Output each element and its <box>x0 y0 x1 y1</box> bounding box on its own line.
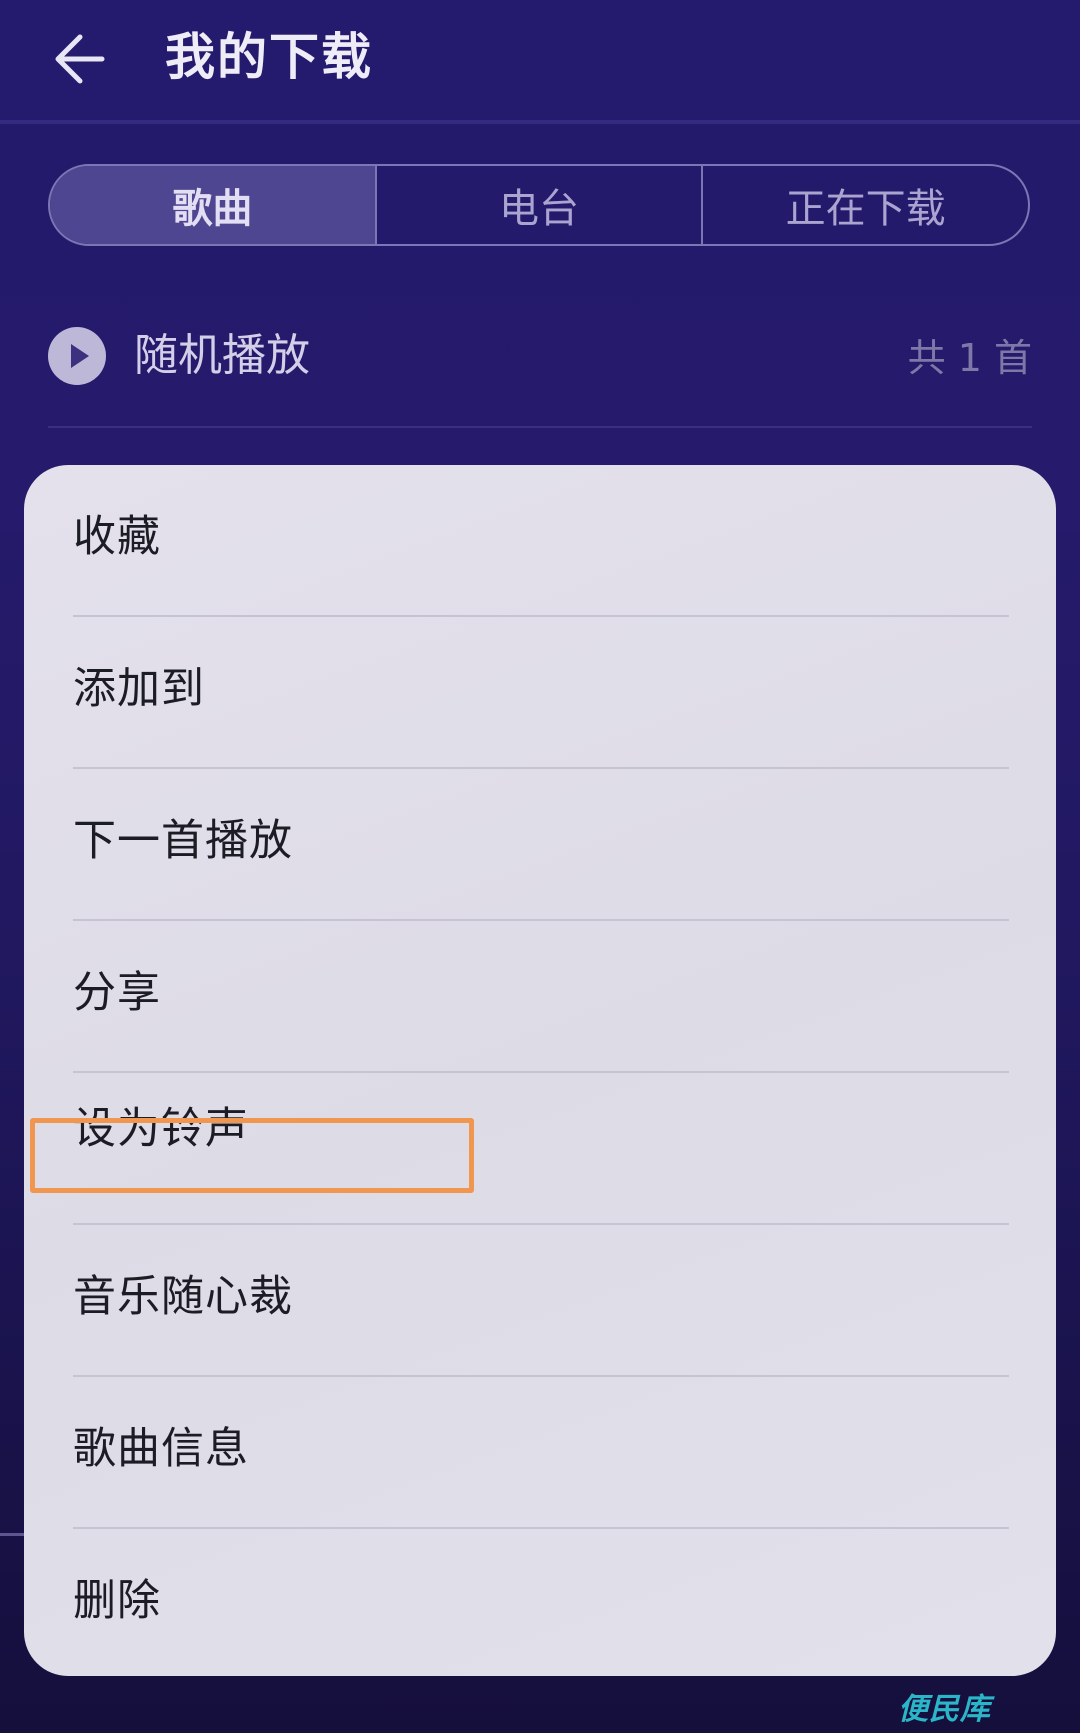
menu-item-add-to[interactable]: 添加到 <box>24 617 1056 769</box>
menu-item-label: 歌曲信息 <box>73 1424 249 1474</box>
menu-item-label: 删除 <box>73 1576 161 1626</box>
play-icon[interactable] <box>48 327 106 385</box>
song-count: 共 1 首 <box>907 336 1032 380</box>
menu-item-label: 添加到 <box>73 664 205 714</box>
segment-tabs: 歌曲 电台 正在下载 <box>48 164 1030 246</box>
menu-item-favorite[interactable]: 收藏 <box>24 465 1056 617</box>
list-divider <box>48 426 1032 428</box>
menu-item-label: 收藏 <box>73 512 161 562</box>
tab-radio[interactable]: 电台 <box>377 166 704 244</box>
menu-item-play-next[interactable]: 下一首播放 <box>24 769 1056 921</box>
watermark-logo: 便民库 <box>898 1692 991 1727</box>
highlight-box <box>30 1118 474 1193</box>
tab-downloading[interactable]: 正在下载 <box>703 166 1028 244</box>
shuffle-play-row[interactable]: 随机播放 共 1 首 <box>48 318 1032 398</box>
menu-item-music-cut[interactable]: 音乐随心裁 <box>24 1225 1056 1377</box>
menu-item-delete[interactable]: 删除 <box>24 1529 1056 1676</box>
menu-item-song-info[interactable]: 歌曲信息 <box>24 1377 1056 1529</box>
page-title: 我的下载 <box>165 28 373 86</box>
menu-item-label: 分享 <box>73 968 161 1018</box>
shuffle-play-label: 随机播放 <box>134 330 310 381</box>
action-menu-sheet: 收藏 添加到 下一首播放 分享 设为铃声 音乐随心裁 歌曲信息 删除 <box>24 465 1056 1676</box>
menu-item-label: 音乐随心裁 <box>73 1272 293 1322</box>
menu-item-label: 下一首播放 <box>73 816 293 866</box>
tab-songs[interactable]: 歌曲 <box>50 166 377 244</box>
menu-item-share[interactable]: 分享 <box>24 921 1056 1073</box>
app-header: 我的下载 <box>0 0 1080 124</box>
arrow-left-icon[interactable] <box>50 24 120 94</box>
